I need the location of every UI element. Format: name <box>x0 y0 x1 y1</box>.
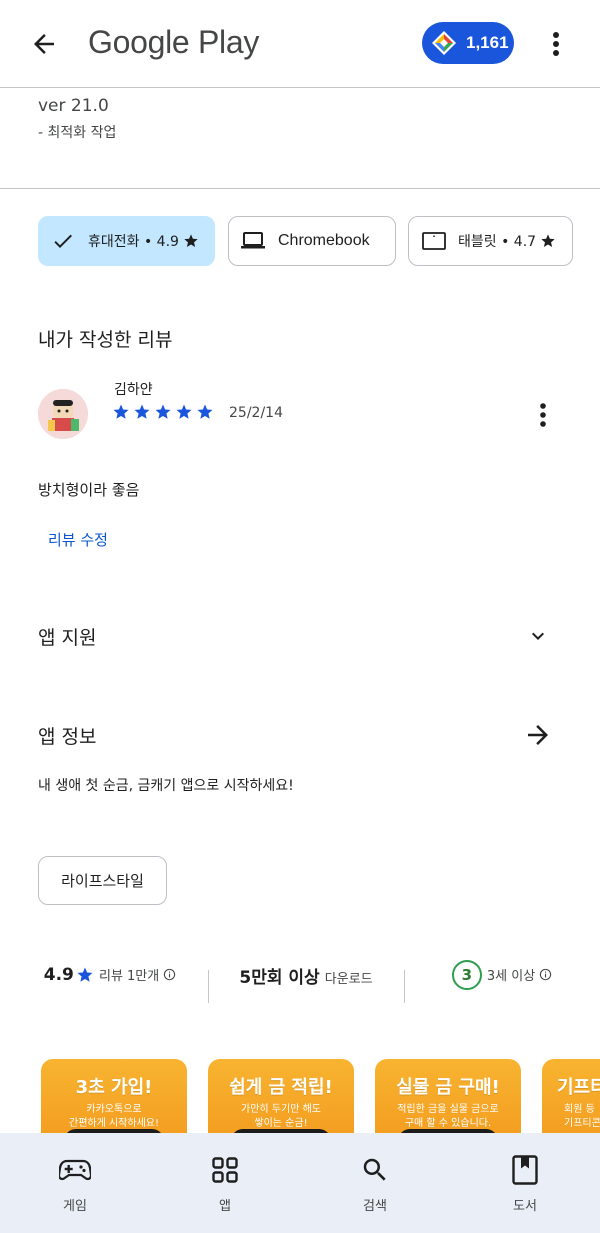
more-vert-icon <box>540 403 546 427</box>
star-icon <box>176 404 192 419</box>
review-more-button[interactable] <box>528 398 558 432</box>
star-icon <box>197 404 213 419</box>
google-play-logo-text[interactable]: Google Play <box>88 24 259 61</box>
info-icon <box>540 968 552 981</box>
avatar <box>38 389 88 439</box>
device-chip-label: 휴대전화 • 4.9 <box>88 234 179 250</box>
category-chip[interactable]: 라이프스타일 <box>38 856 167 905</box>
chevron-down-icon <box>532 632 544 640</box>
downloads-value: 5만회 이상 <box>239 967 320 988</box>
laptop-icon <box>241 232 265 249</box>
stat-divider <box>208 970 209 1003</box>
age-rating-stat[interactable]: 3 3세 이상 <box>422 960 582 990</box>
rating-label: 리뷰 1만개 <box>98 969 160 984</box>
screenshot-card[interactable]: 실물 금 구매! 적립한 금을 실물 금으로 구매 할 수 있습니다. <box>375 1059 521 1139</box>
play-points-icon <box>432 31 456 55</box>
star-icon <box>113 404 129 419</box>
rating-value: 4.9 <box>43 965 74 985</box>
screenshot-title: 쉽게 금 적립! <box>229 1077 333 1098</box>
device-chip-label: 태블릿 • 4.7 <box>458 234 537 250</box>
app-description: 내 생애 첫 순금, 금캐기 앱으로 시작하세요! <box>38 778 294 794</box>
screenshot-carousel[interactable]: 3초 가입! 카카오톡으로 간편하게 시작하세요! 쉽게 금 적립! 가만히 두… <box>0 1059 600 1139</box>
nav-item-apps[interactable]: 앱 <box>150 1133 300 1233</box>
update-note: - 최적화 작업 <box>38 125 117 141</box>
downloads-label: 다운로드 <box>324 971 373 987</box>
nav-item-games[interactable]: 게임 <box>0 1133 150 1233</box>
apps-grid-icon <box>212 1157 238 1183</box>
my-review-heading: 내가 작성한 리뷰 <box>38 329 173 351</box>
app-support-heading[interactable]: 앱 지원 <box>38 623 96 650</box>
downloads-stat: 5만회 이상 다운로드 <box>226 960 386 990</box>
screenshot-title: 실물 금 구매! <box>396 1077 500 1098</box>
screenshot-title: 3초 가입! <box>75 1077 153 1098</box>
rating-stat[interactable]: 4.9 리뷰 1만개 <box>30 960 190 990</box>
gamepad-icon <box>59 1159 91 1181</box>
star-icon <box>155 404 171 419</box>
device-chip-label: Chromebook <box>278 232 370 249</box>
screenshot-card[interactable]: 3초 가입! 카카오톡으로 간편하게 시작하세요! <box>41 1059 187 1139</box>
more-options-button[interactable] <box>540 24 572 64</box>
review-date: 25/2/14 <box>229 405 283 421</box>
tablet-icon <box>422 232 446 250</box>
info-icon <box>164 968 176 981</box>
edit-review-button[interactable]: 리뷰 수정 <box>48 529 108 550</box>
bottom-navigation: 게임 앱 검색 도서 <box>0 1133 600 1233</box>
nav-item-books[interactable]: 도서 <box>450 1133 600 1233</box>
search-icon <box>363 1158 386 1181</box>
app-info-arrow-button[interactable] <box>520 717 556 753</box>
star-icon <box>541 234 555 247</box>
screenshot-subtitle: 회원 등 기프티콘 <box>564 1104 600 1129</box>
star-icon <box>184 234 198 247</box>
nav-label: 검색 <box>363 1199 387 1214</box>
review-text: 방치형이라 좋음 <box>38 481 140 499</box>
age-rating-badge: 3 <box>451 960 482 990</box>
app-info-heading[interactable]: 앱 정보 <box>38 722 96 749</box>
app-support-expand-button[interactable] <box>520 618 556 654</box>
arrow-back-icon <box>34 34 54 54</box>
version-text: ver 21.0 <box>38 96 109 116</box>
top-app-bar: Google Play 1,161 <box>0 0 600 88</box>
review-rating-stars <box>112 403 214 421</box>
back-button[interactable] <box>22 24 66 64</box>
screenshot-title: 기프티 <box>557 1077 600 1098</box>
divider <box>0 188 600 189</box>
more-vert-icon <box>553 32 559 56</box>
avatar-cartoon-icon <box>38 389 88 439</box>
star-icon <box>77 967 93 982</box>
nav-label: 도서 <box>513 1199 537 1214</box>
device-chip-chromebook[interactable]: Chromebook <box>228 216 396 266</box>
play-points-button[interactable]: 1,161 <box>422 22 514 64</box>
reviewer-name: 김하얀 <box>114 382 153 398</box>
screenshot-subtitle: 적립한 금을 실물 금으로 구매 할 수 있습니다. <box>397 1104 499 1129</box>
play-points-count: 1,161 <box>466 33 509 52</box>
screenshot-card[interactable]: 쉽게 금 적립! 가만히 두기만 해도 쌓이는 순금! <box>208 1059 354 1139</box>
arrow-forward-icon <box>528 725 548 745</box>
device-chip-phone[interactable]: 휴대전화 • 4.9 <box>38 216 215 266</box>
device-chip-tablet[interactable]: 태블릿 • 4.7 <box>408 216 573 266</box>
nav-label: 게임 <box>63 1199 87 1214</box>
nav-item-search[interactable]: 검색 <box>300 1133 450 1233</box>
screenshot-card[interactable]: 기프티 회원 등 기프티콘 <box>542 1059 600 1139</box>
book-icon <box>512 1155 538 1185</box>
age-rating-label: 3세 이상 <box>486 969 536 984</box>
nav-label: 앱 <box>219 1199 231 1214</box>
stat-divider <box>404 970 405 1003</box>
star-icon <box>134 404 150 419</box>
screenshot-subtitle: 카카오톡으로 간편하게 시작하세요! <box>69 1104 159 1129</box>
check-icon <box>54 234 72 248</box>
screenshot-subtitle: 가만히 두기만 해도 쌓이는 순금! <box>241 1104 321 1129</box>
